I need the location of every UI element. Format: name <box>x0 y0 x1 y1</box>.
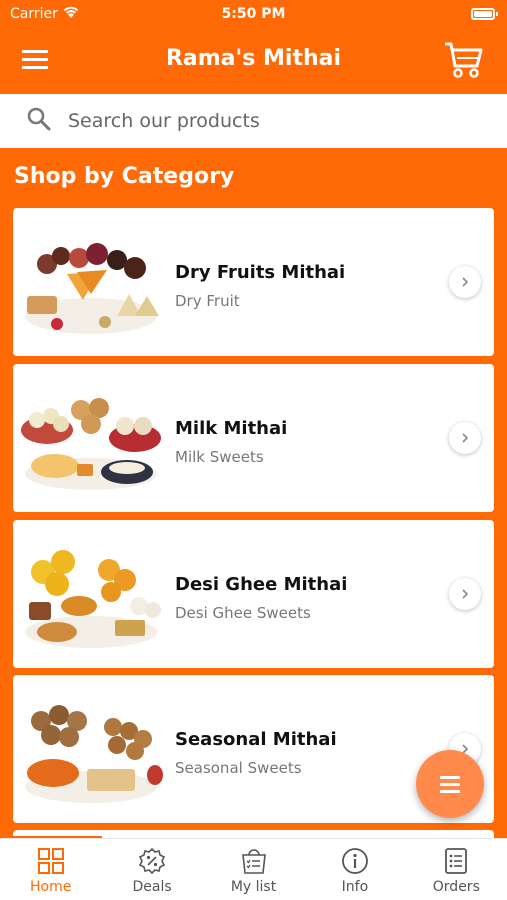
status-time: 5:50 PM <box>221 6 286 22</box>
category-subtitle: Desi Ghee Sweets <box>175 604 311 622</box>
chevron-right-button[interactable] <box>449 422 481 454</box>
tab-orders[interactable]: Orders <box>406 839 507 900</box>
tab-label: My list <box>230 879 277 895</box>
tab-info[interactable]: Info <box>304 839 405 900</box>
chevron-right-button[interactable] <box>449 578 481 610</box>
category-name: Dry Fruits Mithai <box>175 262 346 283</box>
cart-icon <box>445 42 483 78</box>
tab-label: Home <box>30 879 72 895</box>
section-title: Shop by Category <box>14 164 235 189</box>
tab-deals[interactable]: Deals <box>101 839 202 900</box>
chevron-right-icon <box>462 589 469 599</box>
seasonal-sweets-image <box>25 705 163 803</box>
desi-ghee-sweets-image <box>25 550 161 648</box>
tab-my-list[interactable]: My list <box>203 839 304 900</box>
dry-fruits-image <box>25 243 159 334</box>
category-name: Seasonal Mithai <box>175 729 337 750</box>
chevron-right-icon <box>462 433 469 443</box>
status-bar: Carrier 5:50 PM <box>0 4 507 26</box>
floating-menu-button[interactable] <box>416 750 484 818</box>
category-name: Desi Ghee Mithai <box>175 574 348 595</box>
search-bar <box>0 94 507 148</box>
tab-label: Deals <box>132 879 172 895</box>
search-input[interactable] <box>68 108 468 134</box>
badge-percent-icon <box>139 847 166 875</box>
category-name: Milk Mithai <box>175 418 288 439</box>
orders-list-icon <box>445 848 468 874</box>
shopping-list-icon <box>241 849 266 874</box>
grid-icon <box>37 848 64 874</box>
category-subtitle: Seasonal Sweets <box>175 759 302 777</box>
bottom-tab-bar: Home Deals My list Info Orders <box>0 838 507 900</box>
app-title: Rama's Mithai <box>165 46 342 71</box>
tab-label: Orders <box>432 879 480 895</box>
search-icon <box>27 107 51 131</box>
tab-label: Info <box>341 879 369 895</box>
chevron-right-icon <box>462 277 469 287</box>
category-subtitle: Dry Fruit <box>175 292 240 310</box>
category-card-milk[interactable]: Milk Mithai Milk Sweets <box>13 364 494 512</box>
battery-icon <box>471 8 498 20</box>
tab-home[interactable]: Home <box>0 839 101 900</box>
category-card-dry-fruits[interactable]: Dry Fruits Mithai Dry Fruit <box>13 208 494 356</box>
category-card-desi-ghee[interactable]: Desi Ghee Mithai Desi Ghee Sweets <box>13 520 494 668</box>
cart-button[interactable] <box>443 40 485 80</box>
category-subtitle: Milk Sweets <box>175 448 264 466</box>
info-icon <box>342 848 368 874</box>
chevron-right-button[interactable] <box>449 266 481 298</box>
app-header: Carrier 5:50 PM Rama's Mithai <box>0 0 507 94</box>
milk-sweets-image <box>21 398 161 490</box>
